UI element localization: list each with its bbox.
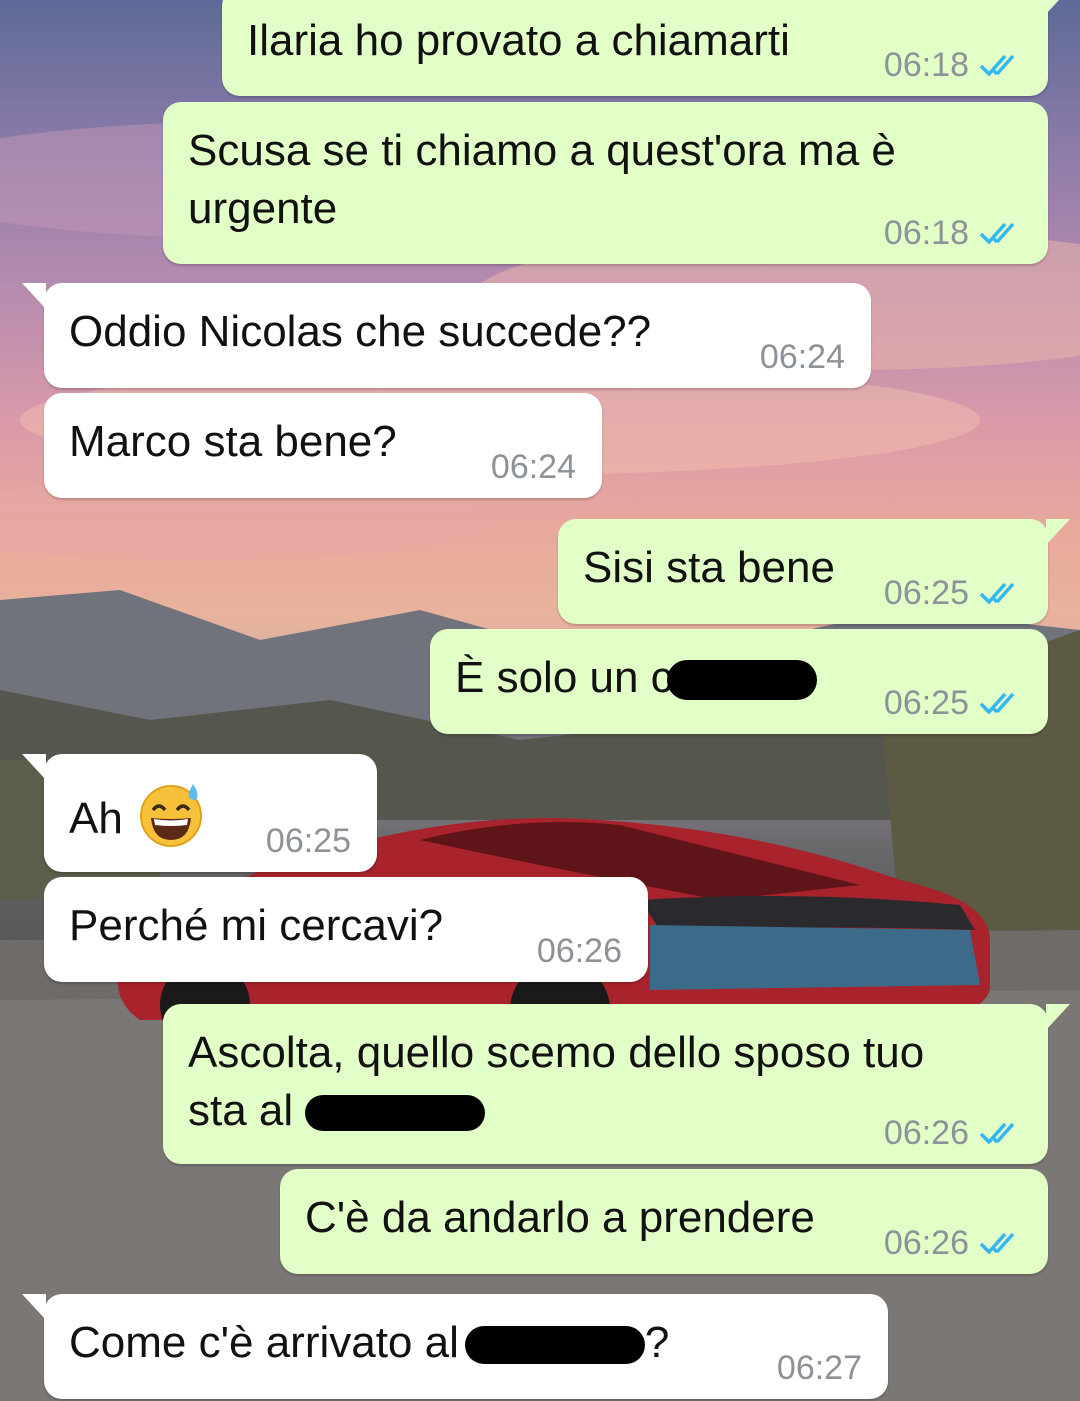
message-meta: 06:25 [884, 576, 1023, 610]
message-meta: 06:26 [537, 934, 622, 968]
double-check-read-icon [979, 52, 1023, 78]
incoming-message[interactable]: Ah 06:25 [22, 754, 377, 872]
grinning-face-with-sweat-icon [137, 780, 205, 863]
message-time: 06:26 [536, 932, 622, 970]
message-text-container: È solo un c [455, 649, 817, 707]
message-meta: 06:25 [266, 824, 351, 858]
message-text-line1: Ascolta, quello scemo dello sposo tuo [188, 1028, 925, 1077]
message-meta: 06:18 [884, 48, 1023, 82]
message-time: 06:18 [883, 46, 969, 84]
message-text: C'è da andarlo a prendere [305, 1193, 815, 1242]
redaction-mark [666, 660, 817, 701]
message-meta: 06:18 [884, 216, 1023, 250]
outgoing-message[interactable]: Ascolta, quello scemo dello sposo tuo st… [163, 1004, 1070, 1164]
message-meta: 06:27 [777, 1351, 862, 1385]
double-check-read-icon [979, 1230, 1023, 1256]
message-meta: 06:24 [760, 340, 845, 374]
message-text: Ah [69, 794, 123, 844]
double-check-read-icon [979, 580, 1023, 606]
message-text-before: Come c'è arrivato al [69, 1318, 459, 1367]
message-text-container: Come c'è arrivato al? [69, 1314, 669, 1372]
message-text: Ilaria ho provato a chiamarti [247, 16, 790, 65]
double-check-read-icon [979, 220, 1023, 246]
outgoing-message[interactable]: È solo un c 06:25 [430, 629, 1048, 734]
double-check-read-icon [979, 690, 1023, 716]
incoming-message[interactable]: Oddio Nicolas che succede?? 06:24 [22, 283, 871, 388]
message-time: 06:18 [883, 214, 969, 252]
message-meta: 06:25 [884, 686, 1023, 720]
message-time: 06:26 [883, 1224, 969, 1262]
message-time: 06:24 [759, 338, 845, 376]
outgoing-message[interactable]: Sisi sta bene 06:25 [558, 519, 1070, 624]
double-check-read-icon [979, 1120, 1023, 1146]
redaction-mark [464, 1326, 645, 1365]
message-time: 06:25 [883, 684, 969, 722]
message-text: Scusa se ti chiamo a quest'ora ma è urge… [188, 126, 896, 233]
redaction-mark [305, 1095, 486, 1132]
message-text: Sisi sta bene [583, 543, 835, 592]
incoming-message[interactable]: Marco sta bene? 06:24 [44, 393, 602, 498]
outgoing-message[interactable]: C'è da andarlo a prendere 06:26 [280, 1169, 1048, 1274]
message-time: 06:25 [883, 574, 969, 612]
outgoing-message[interactable]: Ilaria ho provato a chiamarti 06:18 [222, 0, 1070, 96]
message-text: È solo un c [455, 653, 673, 702]
message-time: 06:26 [883, 1114, 969, 1152]
message-text-line2: sta al [188, 1086, 294, 1135]
message-text: Oddio Nicolas che succede?? [69, 307, 652, 356]
message-text-after: ? [644, 1318, 670, 1367]
message-time: 06:24 [490, 448, 576, 486]
message-text: Perché mi cercavi? [69, 901, 444, 950]
incoming-message[interactable]: Come c'è arrivato al? 06:27 [22, 1294, 888, 1399]
message-text: Marco sta bene? [69, 417, 397, 466]
outgoing-message[interactable]: Scusa se ti chiamo a quest'ora ma è urge… [163, 102, 1048, 264]
message-time: 06:27 [776, 1349, 862, 1387]
message-meta: 06:24 [491, 450, 576, 484]
incoming-message[interactable]: Perché mi cercavi? 06:26 [44, 877, 648, 982]
message-meta: 06:26 [884, 1226, 1023, 1260]
message-time: 06:25 [265, 822, 351, 860]
message-text-container: Ah [69, 780, 205, 863]
message-text-line2-container: sta al [188, 1082, 486, 1140]
message-meta: 06:26 [884, 1116, 1023, 1150]
